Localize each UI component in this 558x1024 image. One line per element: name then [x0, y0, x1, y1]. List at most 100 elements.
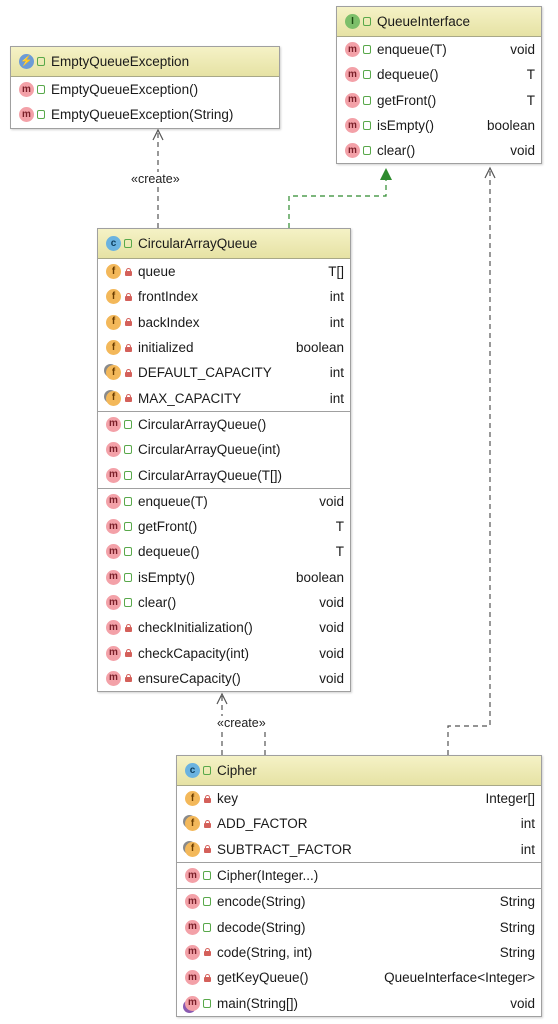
- method-icon: m: [106, 544, 121, 560]
- private-lock-icon: [124, 292, 132, 301]
- constructors-section: m Cipher(Integer...): [177, 861, 541, 888]
- member-type: void: [510, 995, 535, 1011]
- member-row[interactable]: f queue T[]: [98, 259, 350, 284]
- public-visibility-icon: [363, 146, 371, 156]
- member-name: CircularArrayQueue(int): [138, 442, 281, 458]
- public-visibility-icon: [203, 766, 211, 775]
- class-header: c Cipher: [177, 756, 541, 786]
- member-row[interactable]: m getFront() T: [337, 88, 541, 113]
- create-label-2: «create»: [216, 716, 267, 730]
- member-name: CircularArrayQueue(): [138, 416, 267, 432]
- private-lock-icon: [124, 267, 132, 276]
- member-row[interactable]: f frontIndex int: [98, 284, 350, 309]
- member-row[interactable]: m Cipher(Integer...): [177, 863, 541, 888]
- member-row[interactable]: f key Integer[]: [177, 786, 541, 811]
- member-row[interactable]: f MAX_CAPACITY int: [98, 385, 350, 410]
- member-name: dequeue(): [377, 67, 439, 83]
- member-row[interactable]: m main(String[]) void: [177, 990, 541, 1015]
- public-visibility-icon: [124, 445, 132, 455]
- method-icon: m: [106, 442, 121, 458]
- class-name: QueueInterface: [377, 14, 471, 29]
- member-name: getFront(): [138, 519, 198, 535]
- member-row[interactable]: m dequeue() T: [337, 62, 541, 87]
- member-row[interactable]: m dequeue() T: [98, 539, 350, 564]
- private-lock-icon: [203, 845, 211, 854]
- member-row[interactable]: f ADD_FACTOR int: [177, 811, 541, 836]
- member-row[interactable]: m checkInitialization() void: [98, 615, 350, 640]
- member-row[interactable]: m checkCapacity(int) void: [98, 640, 350, 665]
- public-visibility-icon: [363, 70, 371, 80]
- member-name: backIndex: [138, 314, 200, 330]
- member-name: EmptyQueueException(): [51, 82, 199, 98]
- member-row[interactable]: m EmptyQueueException(String): [11, 102, 279, 127]
- member-type: Integer[]: [485, 791, 535, 807]
- member-row[interactable]: m isEmpty() boolean: [337, 113, 541, 138]
- exception-class-icon: ⚡: [19, 54, 34, 69]
- member-row[interactable]: m enqueue(T) void: [337, 37, 541, 62]
- public-visibility-icon: [203, 897, 211, 907]
- member-row[interactable]: m enqueue(T) void: [98, 489, 350, 514]
- member-name: CircularArrayQueue(T[]): [138, 467, 283, 483]
- member-type: T: [335, 519, 344, 535]
- member-row[interactable]: m clear() void: [98, 590, 350, 615]
- private-lock-icon: [124, 318, 132, 327]
- method-icon: m: [185, 868, 200, 884]
- cipher-uses-interface-line: [447, 170, 491, 755]
- class-header: ⚡ EmptyQueueException: [11, 47, 279, 77]
- member-row[interactable]: m CircularArrayQueue(int): [98, 437, 350, 462]
- private-lock-icon: [124, 368, 132, 377]
- interface-icon: I: [345, 14, 360, 29]
- public-visibility-icon: [124, 496, 132, 506]
- member-row[interactable]: m ensureCapacity() void: [98, 666, 350, 691]
- member-row[interactable]: m CircularArrayQueue(T[]): [98, 462, 350, 487]
- method-icon: m: [106, 493, 121, 509]
- member-row[interactable]: f DEFAULT_CAPACITY int: [98, 360, 350, 385]
- method-icon: m: [345, 118, 360, 134]
- member-row[interactable]: m EmptyQueueException(): [11, 77, 279, 102]
- member-row[interactable]: m CircularArrayQueue(): [98, 412, 350, 437]
- member-type: String: [499, 919, 535, 935]
- method-icon: m: [185, 970, 200, 986]
- class-box-empty-queue-exception[interactable]: ⚡ EmptyQueueException m EmptyQueueExcepti…: [10, 46, 280, 129]
- member-name: isEmpty(): [377, 118, 434, 134]
- member-row[interactable]: m isEmpty() boolean: [98, 565, 350, 590]
- member-name: decode(String): [217, 919, 306, 935]
- member-name: DEFAULT_CAPACITY: [138, 365, 272, 381]
- member-name: queue: [138, 264, 176, 280]
- member-row[interactable]: m code(String, int) String: [177, 940, 541, 965]
- member-row[interactable]: f backIndex int: [98, 310, 350, 335]
- member-row[interactable]: f SUBTRACT_FACTOR int: [177, 837, 541, 862]
- member-row[interactable]: m getFront() T: [98, 514, 350, 539]
- constructors-section: m CircularArrayQueue() m CircularArrayQueue…: [98, 410, 350, 488]
- member-row[interactable]: m encode(String) String: [177, 889, 541, 914]
- member-type: int: [329, 365, 344, 381]
- member-row[interactable]: m clear() void: [337, 138, 541, 163]
- field-icon: f: [106, 314, 121, 330]
- public-visibility-icon: [124, 572, 132, 582]
- class-box-cipher[interactable]: c Cipher f key Integer[] f ADD_FACTOR int f SUB…: [176, 755, 542, 1017]
- public-visibility-icon: [124, 470, 132, 480]
- member-row[interactable]: m decode(String) String: [177, 914, 541, 939]
- static-final-field-icon: f: [106, 390, 121, 406]
- private-lock-icon: [124, 649, 132, 658]
- method-icon: m: [345, 92, 360, 108]
- create-label-1: «create»: [130, 172, 181, 186]
- fields-section: f queue T[] f frontIndex int f backIndex int f ini…: [98, 259, 350, 411]
- member-name: clear(): [377, 143, 416, 159]
- class-header: c CircularArrayQueue: [98, 229, 350, 259]
- member-type: String: [499, 894, 535, 910]
- member-row[interactable]: f initialized boolean: [98, 335, 350, 360]
- method-icon: m: [106, 569, 121, 585]
- method-icon: m: [345, 42, 360, 58]
- public-visibility-icon: [363, 95, 371, 105]
- class-box-circular-array-queue[interactable]: c CircularArrayQueue f queue T[] f frontInde…: [97, 228, 351, 693]
- private-lock-icon: [124, 343, 132, 352]
- public-visibility-icon: [203, 871, 211, 881]
- member-row[interactable]: m getKeyQueue() QueueInterface<Integer>: [177, 965, 541, 990]
- class-name: EmptyQueueException: [51, 54, 190, 69]
- class-box-queue-interface[interactable]: I QueueInterface m enqueue(T) void m dequeue…: [336, 6, 542, 165]
- private-lock-icon: [203, 973, 211, 982]
- public-visibility-icon: [37, 85, 45, 95]
- member-type: int: [329, 314, 344, 330]
- methods-section: m enqueue(T) void m getFront() Tm dequeue() Tm i…: [98, 487, 350, 691]
